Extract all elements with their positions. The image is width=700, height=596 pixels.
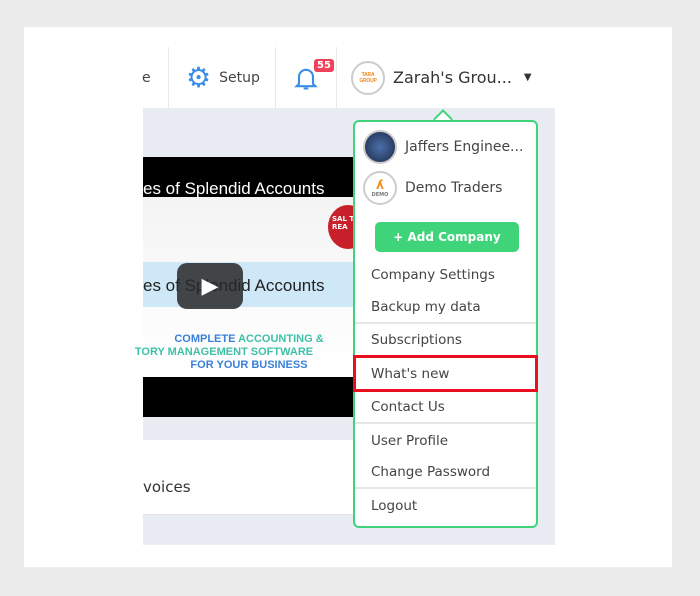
logo-text: DEMO <box>371 192 389 198</box>
company-logo: TARA GROUP <box>351 60 385 95</box>
setup-label: Setup <box>219 69 260 86</box>
menu-item-company-settings[interactable]: Company Settings <box>371 267 495 283</box>
menu-item-subscriptions[interactable]: Subscriptions <box>371 332 462 348</box>
divider <box>355 422 536 424</box>
video-tagline: COMPLETE ACCOUNTING & TORY MANAGEMENT SO… <box>135 333 355 372</box>
company-name: Jaffers Enginee... <box>405 139 524 155</box>
company-switcher[interactable]: TARA GROUP Zarah's Grou... ▼ <box>351 47 532 108</box>
play-icon: ▶ <box>201 273 219 299</box>
tagline-line: FOR YOUR BUSINESS <box>190 359 308 371</box>
notifications-button[interactable]: 55 <box>292 47 334 108</box>
divider <box>336 47 337 108</box>
divider <box>355 322 536 324</box>
divider <box>275 47 276 108</box>
tagline-line: TORY MANAGEMENT SOFTWARE <box>134 346 314 358</box>
panel-heading: voices <box>143 478 191 496</box>
tagline-part: COMPLETE <box>174 333 239 345</box>
add-company-button[interactable]: + Add Company <box>375 222 519 252</box>
company-name: Demo Traders <box>405 180 503 196</box>
tagline-part: ACCOUNTING & <box>238 333 324 345</box>
video-title: es of Splendid Accounts <box>143 179 325 198</box>
company-item-demo-traders[interactable]: ʎ DEMO Demo Traders <box>363 171 502 205</box>
divider <box>355 487 536 489</box>
menu-item-backup[interactable]: Backup my data <box>371 299 481 315</box>
gear-icon: ⚙ <box>186 61 212 94</box>
nav-item-partial[interactable]: e <box>142 47 151 108</box>
company-item-jaffers[interactable]: Jaffers Enginee... <box>363 130 523 164</box>
menu-item-change-password[interactable]: Change Password <box>371 464 490 480</box>
play-button[interactable]: ▶ <box>177 263 243 309</box>
setup-button[interactable]: ⚙ Setup <box>186 47 260 108</box>
company-logo <box>363 130 397 164</box>
menu-item-user-profile[interactable]: User Profile <box>371 433 448 449</box>
video-player[interactable]: es of Splendid Accounts es of Splendid A… <box>135 157 368 417</box>
company-name: Zarah's Grou... <box>393 68 512 87</box>
nav-label: e <box>142 69 151 86</box>
divider <box>168 47 169 108</box>
company-logo-text: TARA GROUP <box>359 71 377 84</box>
menu-item-whats-new[interactable]: What's new <box>371 366 449 382</box>
company-dropdown-menu: Jaffers Enginee... ʎ DEMO Demo Traders + … <box>353 120 538 528</box>
menu-item-contact-us[interactable]: Contact Us <box>371 399 445 415</box>
company-logo: ʎ DEMO <box>363 171 397 205</box>
chevron-down-icon: ▼ <box>523 72 532 83</box>
notification-badge: 55 <box>314 59 334 72</box>
menu-item-logout[interactable]: Logout <box>371 498 417 514</box>
